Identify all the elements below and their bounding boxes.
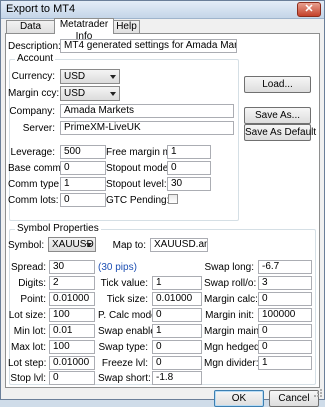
lot-step-label: Lot step: (8, 358, 47, 369)
currency-value: USD (64, 71, 86, 82)
account-group-title: Account (15, 53, 56, 64)
stopout-mode-field[interactable]: 0 (167, 161, 211, 175)
dialog-client-area: Data export Metatrader Info Help Descrip… (1, 18, 324, 407)
margin-ccy-label: Margin ccy: (8, 88, 60, 99)
p-calc-mode-field[interactable]: 0 (152, 308, 202, 322)
digits-label: Digits: (18, 278, 46, 289)
swap-type-label: Swap type: (98, 342, 148, 353)
gtc-pending-label: GTC Pending: (106, 195, 170, 206)
window-title: Export to MT4 (6, 3, 76, 15)
swap-long-field[interactable]: -6.7 (258, 260, 312, 274)
mgn-hedged-label: Mgn hedged: (204, 342, 263, 353)
margin-ccy-value: USD (64, 88, 86, 99)
comm-lots-label: Comm lots: (8, 195, 59, 206)
base-comm-field[interactable]: 0 (60, 161, 106, 175)
point-label: Point: (20, 294, 46, 305)
save-as-default-button[interactable]: Save As Default (244, 124, 316, 141)
lot-step-field[interactable]: 0.01000 (49, 356, 95, 370)
server-field[interactable]: PrimeXM-LiveUK (60, 121, 234, 135)
swap-roll-field[interactable]: 3 (258, 276, 312, 290)
ok-button[interactable]: OK (214, 390, 264, 407)
save-as-button[interactable]: Save As... (244, 107, 311, 124)
max-lot-field[interactable]: 100 (49, 340, 95, 354)
margin-maint-label: Margin maint: (204, 326, 265, 337)
symbol-properties-title: Symbol Properties (15, 223, 101, 234)
min-lot-field[interactable]: 0.01 (49, 324, 95, 338)
stopout-level-field[interactable]: 30 (167, 177, 211, 191)
swap-type-field[interactable]: 0 (152, 340, 202, 354)
margin-calc-field[interactable]: 0 (258, 292, 312, 306)
map-to-label: Map to: (112, 240, 146, 251)
stop-lvl-label: Stop lvl: (10, 373, 46, 384)
company-field[interactable]: Amada Markets (60, 104, 234, 118)
chevron-down-icon (110, 75, 116, 79)
freeze-lvl-label: Freeze lvl: (101, 358, 148, 369)
stop-lvl-field[interactable]: 0 (49, 371, 95, 385)
swap-enable-label: Swap enable: (98, 326, 159, 337)
mgn-divider-field[interactable]: 1 (258, 356, 312, 370)
spread-label: Spread: (10, 262, 46, 273)
min-lot-label: Min lot: (13, 326, 46, 337)
comm-type-label: Comm type: (8, 179, 62, 190)
server-label: Server: (22, 123, 55, 134)
cancel-button[interactable]: Cancel (269, 390, 319, 407)
margin-init-field[interactable]: 100000 (258, 308, 312, 322)
metatrader-info-panel: Description: MT4 generated settings for … (5, 33, 320, 388)
description-label: Description: (8, 41, 61, 52)
map-to-field[interactable]: XAUUSD.am (150, 238, 208, 252)
spread-field[interactable]: 30 (49, 260, 95, 274)
tick-value-field[interactable]: 1 (152, 276, 202, 290)
swap-roll-label: Swap roll/o: (204, 278, 257, 289)
chevron-down-icon (86, 243, 92, 247)
export-to-mt4-window: Export to MT4 ✕ Data export Metatrader I… (0, 0, 325, 407)
margin-maint-field[interactable]: 0 (258, 324, 312, 338)
load-button[interactable]: Load... (244, 76, 311, 93)
spread-pips-text: (30 pips) (98, 262, 137, 273)
gtc-pending-checkbox[interactable] (168, 194, 178, 204)
leverage-label: Leverage: (10, 147, 55, 158)
leverage-field[interactable]: 500 (60, 145, 106, 159)
lot-size-field[interactable]: 100 (49, 308, 95, 322)
point-field[interactable]: 0.01000 (49, 292, 95, 306)
tick-value-label: Tick value: (100, 278, 148, 289)
swap-short-field[interactable]: -1.8 (152, 371, 202, 385)
digits-field[interactable]: 2 (49, 276, 95, 290)
close-button[interactable]: ✕ (297, 2, 321, 17)
swap-enable-field[interactable]: 1 (152, 324, 202, 338)
chevron-down-icon (110, 92, 116, 96)
stopout-mode-label: Stopout mode: (106, 163, 172, 174)
swap-short-label: Swap short: (98, 373, 151, 384)
margin-init-label: Margin init: (205, 310, 254, 321)
comm-type-field[interactable]: 1 (60, 177, 106, 191)
currency-select[interactable]: USD (60, 69, 120, 84)
tab-metatrader-info[interactable]: Metatrader Info (54, 18, 114, 42)
mgn-hedged-field[interactable]: 0 (258, 340, 312, 354)
p-calc-mode-label: P. Calc mode: (98, 310, 160, 321)
tick-size-label: Tick size: (106, 294, 148, 305)
margin-calc-label: Margin calc: (204, 294, 258, 305)
company-label: Company: (9, 106, 55, 117)
max-lot-label: Max lot: (10, 342, 46, 353)
base-comm-label: Base comm: (8, 163, 64, 174)
swap-long-label: Swap long: (204, 262, 254, 273)
symbol-select[interactable]: XAUUSD (48, 237, 96, 252)
comm-lots-field[interactable]: 0 (60, 193, 106, 207)
resize-grip-icon[interactable] (313, 388, 323, 398)
tab-help[interactable]: Help (113, 20, 140, 33)
currency-label: Currency: (11, 71, 55, 82)
lot-size-label: Lot size: (8, 310, 46, 321)
tab-data-export[interactable]: Data export (6, 20, 55, 44)
mgn-divider-label: Mgn divider: (204, 358, 259, 369)
symbol-label: Symbol: (8, 240, 45, 251)
freeze-lvl-field[interactable]: 0 (152, 356, 202, 370)
tick-size-field[interactable]: 0.01000 (152, 292, 202, 306)
stopout-level-label: Stopout level: (106, 179, 167, 190)
free-margin-mode-field[interactable]: 1 (167, 145, 211, 159)
title-bar[interactable]: Export to MT4 ✕ (1, 1, 324, 19)
margin-ccy-select[interactable]: USD (60, 86, 120, 101)
free-margin-mode-label: Free margin mode: (106, 147, 191, 158)
